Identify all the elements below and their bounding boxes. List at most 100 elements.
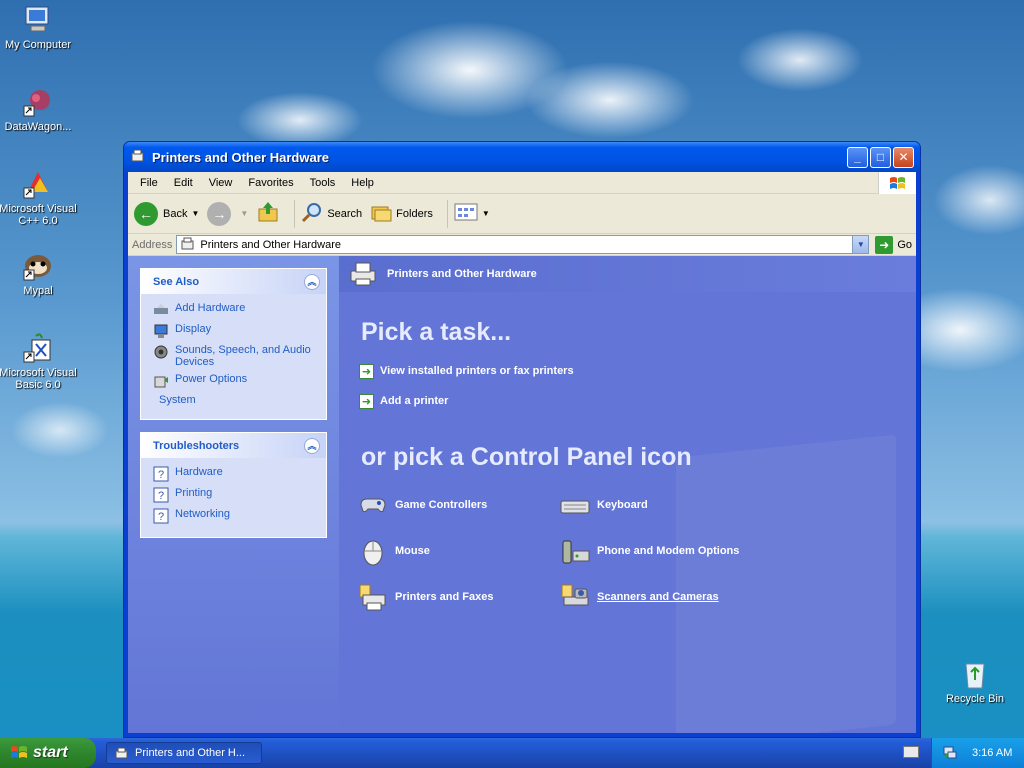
troubleshooters-title: Troubleshooters bbox=[153, 439, 240, 452]
see-also-header[interactable]: See Also ︽ bbox=[141, 269, 326, 294]
category-header: Printers and Other Hardware bbox=[339, 256, 916, 292]
windows-logo-icon bbox=[878, 172, 916, 194]
desktop-icon-datawagon[interactable]: DataWagon... bbox=[0, 86, 80, 133]
task-add-printer[interactable]: ➜ Add a printer bbox=[359, 391, 916, 411]
taskbar-window-label: Printers and Other H... bbox=[135, 747, 246, 759]
window-title: Printers and Other Hardware bbox=[152, 149, 329, 165]
pick-task-heading: Pick a task... bbox=[361, 318, 512, 346]
cp-printers-faxes[interactable]: Printers and Faxes bbox=[357, 580, 559, 614]
views-icon bbox=[454, 202, 478, 225]
forward-button[interactable]: → ▼ bbox=[207, 201, 248, 226]
menu-help[interactable]: Help bbox=[343, 177, 382, 189]
taskbar-window-button[interactable]: Printers and Other H... bbox=[106, 742, 262, 764]
task-arrow-icon: ➜ bbox=[359, 363, 374, 379]
desktop-icon-visual-basic[interactable]: Microsoft Visual Basic 6.0 bbox=[0, 332, 80, 391]
link-hardware[interactable]: ? Hardware bbox=[153, 466, 316, 482]
troubleshooters-header[interactable]: Troubleshooters ︽ bbox=[141, 433, 326, 458]
collapse-icon[interactable]: ︽ bbox=[304, 437, 320, 454]
address-value: Printers and Other Hardware bbox=[200, 238, 341, 251]
task-view-printers[interactable]: ➜ View installed printers or fax printer… bbox=[359, 361, 916, 381]
help-icon: ? bbox=[153, 487, 169, 503]
keyboard-tray-icon[interactable] bbox=[903, 746, 919, 758]
menu-tools[interactable]: Tools bbox=[302, 177, 344, 189]
network-tray-icon[interactable] bbox=[942, 744, 958, 763]
cp-phone-modem[interactable]: Phone and Modem Options bbox=[559, 534, 779, 568]
link-networking[interactable]: ? Networking bbox=[153, 508, 316, 524]
windows-flag-icon bbox=[10, 744, 28, 762]
explorer-window: Printers and Other Hardware _ □ ✕ File E… bbox=[123, 141, 921, 738]
collapse-icon[interactable]: ︽ bbox=[304, 273, 320, 290]
desktop-icon-label: Mypal bbox=[23, 285, 53, 297]
link-power-options[interactable]: Power Options bbox=[153, 373, 316, 389]
system-tray: 3:16 AM bbox=[931, 738, 1024, 768]
back-dropdown-icon[interactable]: ▼ bbox=[191, 209, 199, 218]
address-dropdown-icon[interactable]: ▼ bbox=[852, 236, 869, 253]
phone-modem-icon bbox=[559, 535, 591, 567]
category-title: Printers and Other Hardware bbox=[387, 268, 537, 280]
desktop-icon-recycle-bin[interactable]: Recycle Bin bbox=[940, 658, 1010, 705]
cp-label: Mouse bbox=[395, 545, 430, 557]
cp-scanners-cameras[interactable]: Scanners and Cameras bbox=[559, 580, 779, 614]
link-system[interactable]: System bbox=[159, 394, 316, 406]
link-printing[interactable]: ? Printing bbox=[153, 487, 316, 503]
back-button[interactable]: ← Back ▼ bbox=[134, 201, 199, 226]
close-button[interactable]: ✕ bbox=[893, 146, 914, 168]
printer-header-icon bbox=[347, 259, 379, 290]
recycle-bin-label: Recycle Bin bbox=[945, 693, 1005, 705]
menu-file[interactable]: File bbox=[132, 177, 166, 189]
help-icon: ? bbox=[153, 466, 169, 482]
toolbar-separator bbox=[294, 199, 296, 228]
datawagon-icon bbox=[22, 86, 54, 118]
visual-basic-icon bbox=[22, 332, 54, 364]
desktop-icon-label: Microsoft Visual Basic 6.0 bbox=[0, 367, 77, 391]
search-icon bbox=[301, 201, 323, 226]
folders-button[interactable]: Folders bbox=[370, 201, 433, 226]
menu-view[interactable]: View bbox=[201, 177, 241, 189]
see-also-title: See Also bbox=[153, 275, 200, 288]
cp-game-controllers[interactable]: Game Controllers bbox=[357, 488, 559, 522]
maximize-button[interactable]: □ bbox=[870, 146, 891, 168]
search-button[interactable]: Search bbox=[301, 201, 362, 226]
cp-label: Scanners and Cameras bbox=[597, 591, 719, 603]
link-label: System bbox=[159, 394, 196, 406]
minimize-button[interactable]: _ bbox=[847, 146, 868, 168]
svg-text:?: ? bbox=[158, 490, 164, 502]
category-view: Printers and Other Hardware Pick a task.… bbox=[339, 256, 916, 733]
menu-favorites[interactable]: Favorites bbox=[240, 177, 301, 189]
search-label: Search bbox=[327, 207, 363, 220]
link-label: Power Options bbox=[175, 373, 248, 385]
go-button[interactable]: ➜ Go bbox=[875, 235, 912, 254]
up-folder-button[interactable] bbox=[256, 200, 280, 227]
desktop-icon-visual-cpp[interactable]: Microsoft Visual C++ 6.0 bbox=[0, 168, 80, 227]
cp-label: Printers and Faxes bbox=[395, 591, 494, 603]
control-panel-icons: Game Controllers Keyboard Mouse Phone an… bbox=[357, 488, 779, 614]
cp-keyboard[interactable]: Keyboard bbox=[559, 488, 779, 522]
views-button[interactable]: ▼ bbox=[454, 202, 490, 225]
desktop-icon-my-computer[interactable]: My Computer bbox=[0, 4, 80, 51]
task-label: View installed printers or fax printers bbox=[380, 365, 574, 377]
desktop-icon-mypal[interactable]: Mypal bbox=[0, 250, 80, 297]
link-label: Display bbox=[175, 323, 212, 335]
game-controller-icon bbox=[357, 489, 389, 521]
display-icon bbox=[153, 323, 169, 339]
link-sounds[interactable]: Sounds, Speech, and Audio Devices bbox=[153, 344, 316, 368]
see-also-panel: See Also ︽ Add Hardware Display Sounds, … bbox=[140, 268, 327, 420]
window-titlebar[interactable]: Printers and Other Hardware _ □ ✕ bbox=[124, 142, 920, 172]
svg-text:?: ? bbox=[158, 511, 164, 523]
link-display[interactable]: Display bbox=[153, 323, 316, 339]
help-icon: ? bbox=[153, 508, 169, 524]
folders-label: Folders bbox=[396, 207, 433, 220]
link-add-hardware[interactable]: Add Hardware bbox=[153, 302, 316, 318]
start-button[interactable]: start bbox=[0, 738, 96, 768]
link-label: Networking bbox=[175, 508, 231, 520]
toolbar-separator bbox=[446, 199, 448, 228]
task-pane: See Also ︽ Add Hardware Display Sounds, … bbox=[128, 256, 339, 733]
cp-mouse[interactable]: Mouse bbox=[357, 534, 559, 568]
window-app-icon bbox=[130, 148, 146, 167]
toolbar: ← Back ▼ → ▼ Search Folders ▼ bbox=[128, 194, 916, 234]
clock[interactable]: 3:16 AM bbox=[972, 747, 1012, 759]
link-label: Printing bbox=[175, 487, 213, 499]
address-field[interactable]: Printers and Other Hardware ▼ bbox=[176, 235, 870, 254]
menu-edit[interactable]: Edit bbox=[166, 177, 201, 189]
address-folder-icon bbox=[180, 235, 196, 254]
